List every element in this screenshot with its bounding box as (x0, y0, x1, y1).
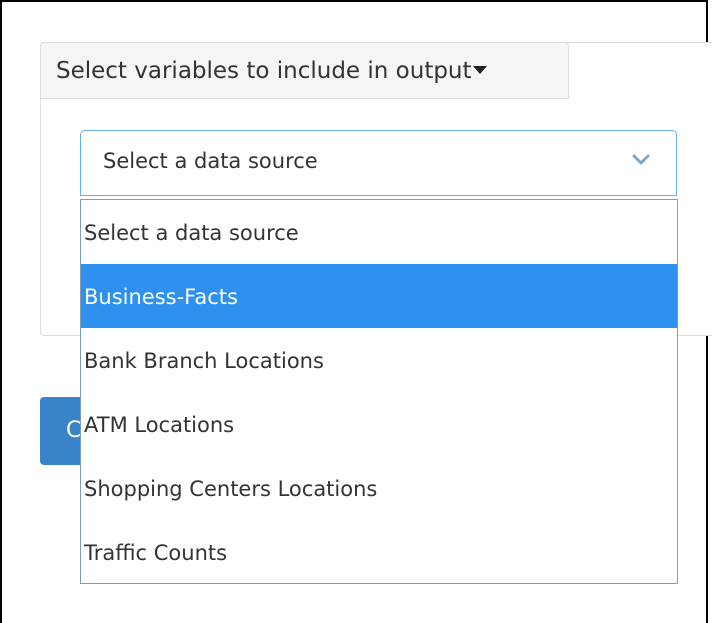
data-source-selected-value: Select a data source (103, 149, 318, 173)
option-traffic-counts[interactable]: Traffic Counts (81, 520, 677, 584)
data-source-options-list: Select a data source Business-Facts Bank… (80, 199, 678, 584)
option-atm-locations[interactable]: ATM Locations (81, 392, 677, 456)
data-source-select[interactable]: Select a data source (80, 130, 677, 196)
option-shopping-centers-locations[interactable]: Shopping Centers Locations (81, 456, 677, 520)
option-business-facts[interactable]: Business-Facts (81, 264, 677, 328)
select-variables-label: Select variables to include in output (56, 58, 472, 84)
option-select-a-data-source[interactable]: Select a data source (81, 200, 677, 264)
select-variables-toggle[interactable]: Select variables to include in output (40, 42, 569, 99)
caret-down-icon (472, 65, 487, 74)
chevron-down-icon (632, 154, 650, 165)
option-bank-branch-locations[interactable]: Bank Branch Locations (81, 328, 677, 392)
